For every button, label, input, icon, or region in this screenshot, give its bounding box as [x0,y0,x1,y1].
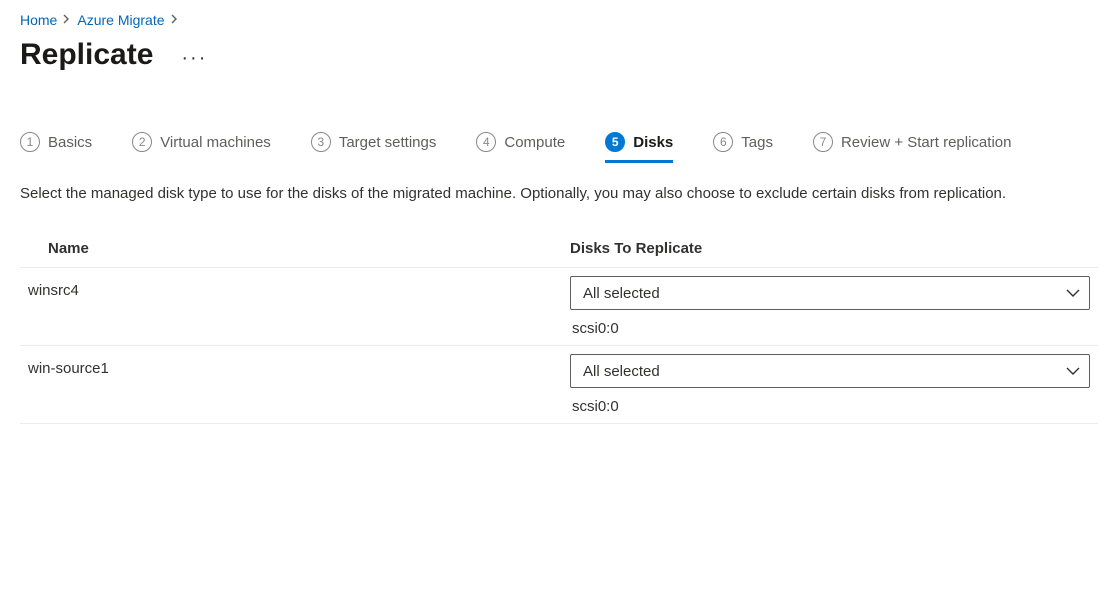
breadcrumb: Home Azure Migrate [20,12,1098,28]
step-number: 7 [813,132,833,152]
chevron-right-icon [171,13,179,27]
tab-label: Basics [48,134,92,151]
step-number: 4 [476,132,496,152]
tab-disks[interactable]: 5 Disks [605,132,673,163]
tab-basics[interactable]: 1 Basics [20,132,92,163]
more-actions-button[interactable]: ··· [181,41,207,70]
machine-name: winsrc4 [20,268,562,346]
tab-label: Disks [633,134,673,151]
column-header-disks: Disks To Replicate [562,230,1098,268]
disks-table: Name Disks To Replicate winsrc4 All sele… [20,230,1098,424]
tab-tags[interactable]: 6 Tags [713,132,773,163]
step-number: 1 [20,132,40,152]
tab-label: Compute [504,134,565,151]
tab-compute[interactable]: 4 Compute [476,132,565,163]
disks-to-replicate-select[interactable]: All selected [570,276,1090,310]
table-row: winsrc4 All selected scsi0:0 [20,268,1098,346]
breadcrumb-azure-migrate[interactable]: Azure Migrate [77,12,164,28]
disk-scsi-label: scsi0:0 [570,398,1090,415]
machine-name: win-source1 [20,346,562,424]
tab-label: Review + Start replication [841,134,1012,151]
step-number: 3 [311,132,331,152]
wizard-tabs: 1 Basics 2 Virtual machines 3 Target set… [20,132,1098,163]
tab-virtual-machines[interactable]: 2 Virtual machines [132,132,271,163]
page-title: Replicate [20,38,153,72]
disks-to-replicate-select[interactable]: All selected [570,354,1090,388]
select-value: All selected [583,285,660,302]
step-number: 5 [605,132,625,152]
breadcrumb-home[interactable]: Home [20,12,57,28]
step-number: 2 [132,132,152,152]
tab-label: Target settings [339,134,437,151]
table-row: win-source1 All selected scsi0:0 [20,346,1098,424]
tab-review-start[interactable]: 7 Review + Start replication [813,132,1012,163]
step-number: 6 [713,132,733,152]
select-value: All selected [583,363,660,380]
chevron-right-icon [63,13,71,27]
column-header-name: Name [20,230,562,268]
tab-label: Tags [741,134,773,151]
tab-target-settings[interactable]: 3 Target settings [311,132,437,163]
disk-scsi-label: scsi0:0 [570,320,1090,337]
tab-label: Virtual machines [160,134,271,151]
instructional-text: Select the managed disk type to use for … [20,185,1098,202]
